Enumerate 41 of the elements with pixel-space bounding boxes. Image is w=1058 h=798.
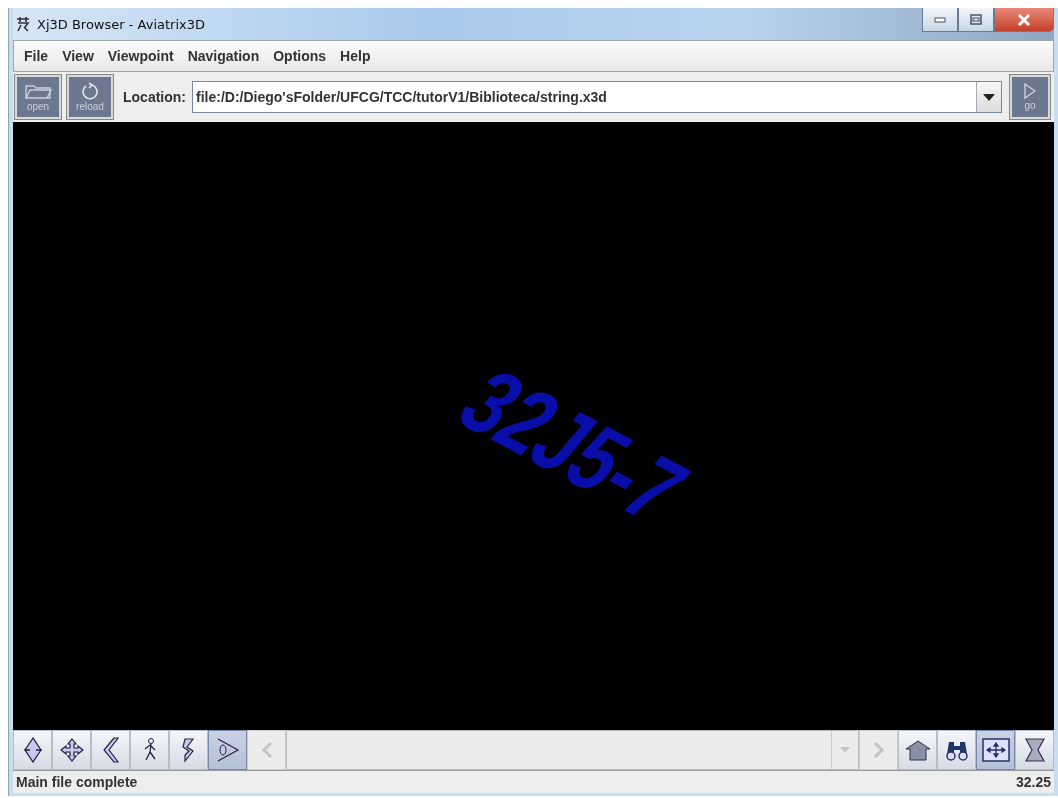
app-icon: [15, 16, 31, 32]
dropdown-arrow-icon: [840, 747, 850, 753]
menu-item[interactable]: Options: [267, 45, 335, 67]
chevron-icon: [101, 737, 120, 763]
play-icon: [1023, 83, 1037, 99]
fit-button[interactable]: [937, 730, 976, 770]
window-title: Xj3D Browser - Aviatrix3D: [37, 16, 205, 32]
menu-item[interactable]: Viewpoint: [101, 45, 182, 67]
menu-item[interactable]: File: [18, 45, 57, 67]
minimize-icon: [934, 16, 946, 23]
close-button[interactable]: [994, 8, 1054, 32]
navigation-mode-button[interactable]: [169, 730, 208, 770]
menu-item[interactable]: View: [56, 45, 102, 67]
reload-icon: [80, 82, 100, 100]
frame-rate: 32.25: [1015, 774, 1051, 790]
cross-arrows-icon: [59, 738, 84, 762]
close-icon: [1017, 13, 1031, 26]
move-button[interactable]: [976, 730, 1015, 770]
dropdown-arrow-icon: [983, 93, 995, 101]
maximize-button[interactable]: [958, 8, 994, 32]
location-field[interactable]: file:/D:/Diego'sFolder/UFCG/TCC/tutorV1/Biblioteca/string.x3d: [192, 81, 1002, 113]
status-message: Main file complete: [16, 774, 138, 790]
menu-item[interactable]: Help: [334, 45, 379, 67]
3d-text: 32J5-7: [438, 350, 709, 542]
home-button[interactable]: [898, 730, 937, 770]
navigation-mode-button[interactable]: [52, 730, 91, 770]
folder-icon: [23, 82, 53, 100]
chevron-right-icon: [872, 741, 885, 759]
menu-item[interactable]: Navigation: [181, 45, 268, 67]
move-arrows-icon: [981, 738, 1010, 762]
navigation-mode-button[interactable]: [130, 730, 169, 770]
navigation-mode-button[interactable]: [208, 730, 247, 770]
chevron-left-icon: [260, 741, 273, 759]
maximize-icon: [970, 14, 982, 25]
house-icon: [904, 739, 931, 761]
minimize-button[interactable]: [922, 8, 958, 32]
location-label: Location:: [123, 89, 186, 105]
navigation-mode-button[interactable]: [13, 730, 52, 770]
console-button[interactable]: [1015, 730, 1054, 770]
eye-triangle-icon: [215, 737, 240, 763]
navigation-mode-button[interactable]: [91, 730, 130, 770]
